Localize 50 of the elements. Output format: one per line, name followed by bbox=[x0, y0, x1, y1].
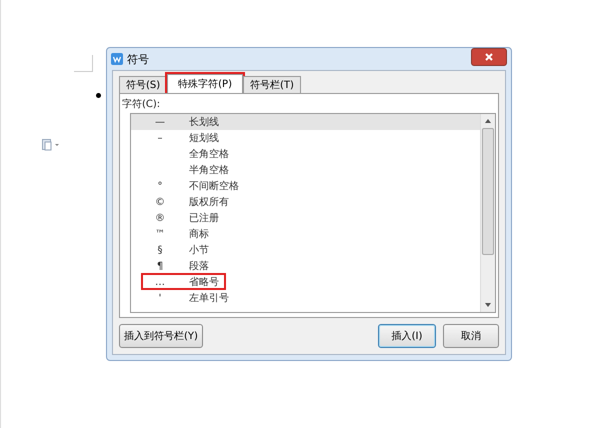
list-item[interactable]: © 版权所有 bbox=[131, 194, 480, 210]
list-item[interactable]: ™ 商标 bbox=[131, 226, 480, 242]
symbol-glyph: … bbox=[155, 276, 165, 288]
character-name: 全角空格 bbox=[189, 148, 229, 161]
list-item[interactable]: 半角空格 bbox=[131, 162, 480, 178]
tab[interactable]: 特殊字符(P) bbox=[167, 74, 243, 93]
list-item[interactable]: ¶ 段落 bbox=[131, 258, 480, 274]
list-item[interactable]: ' 左单引号 bbox=[131, 290, 480, 306]
character-name: 不间断空格 bbox=[189, 180, 239, 193]
list-item[interactable]: – 短划线 bbox=[131, 130, 480, 146]
symbol-glyph: ™ bbox=[155, 228, 165, 240]
list-label: 字符(C): bbox=[122, 98, 162, 111]
symbol-glyph: — bbox=[155, 116, 165, 128]
symbol-glyph: ® bbox=[155, 212, 165, 224]
symbol-glyph: ' bbox=[158, 292, 162, 304]
character-name: 短划线 bbox=[189, 132, 219, 145]
character-name: 段落 bbox=[189, 260, 209, 273]
list-item[interactable]: … 省略号 bbox=[131, 274, 480, 290]
character-name: 版权所有 bbox=[189, 196, 229, 209]
list-item[interactable]: — 长划线 bbox=[131, 114, 480, 130]
dialog-button[interactable]: 插入到符号栏(Y) bbox=[119, 324, 203, 348]
character-name: 左单引号 bbox=[189, 292, 229, 305]
scroll-down-icon[interactable] bbox=[485, 303, 491, 307]
close-button[interactable] bbox=[471, 48, 507, 66]
dialog-button[interactable]: 插入(I) bbox=[378, 324, 436, 348]
list-item[interactable]: § 小节 bbox=[131, 242, 480, 258]
list-item[interactable]: 全角空格 bbox=[131, 146, 480, 162]
character-name: 已注册 bbox=[189, 212, 219, 225]
character-name: 小节 bbox=[189, 244, 209, 257]
app-logo-icon bbox=[111, 53, 123, 65]
margin-corner-mark bbox=[74, 55, 93, 72]
bullet-icon bbox=[96, 93, 101, 98]
scrollbar[interactable] bbox=[480, 114, 495, 312]
symbol-glyph: – bbox=[158, 132, 162, 144]
character-name: 商标 bbox=[189, 228, 209, 241]
character-name: 省略号 bbox=[189, 276, 219, 289]
dialog-button[interactable]: 取消 bbox=[443, 324, 499, 348]
list-item[interactable]: ° 不间断空格 bbox=[131, 178, 480, 194]
tab[interactable]: 符号(S) bbox=[119, 76, 168, 93]
window-title: 符号 bbox=[127, 52, 150, 66]
tab[interactable]: 符号栏(T) bbox=[243, 76, 301, 93]
character-name: 半角空格 bbox=[189, 164, 229, 177]
symbol-glyph: ° bbox=[158, 180, 162, 192]
symbol-glyph: ¶ bbox=[156, 260, 164, 272]
scroll-up-icon[interactable] bbox=[485, 119, 491, 123]
close-icon bbox=[484, 52, 494, 62]
character-name: 长划线 bbox=[189, 116, 219, 129]
symbol-glyph: § bbox=[158, 244, 162, 256]
symbol-glyph: © bbox=[155, 196, 165, 208]
list-item[interactable]: ® 已注册 bbox=[131, 210, 480, 226]
